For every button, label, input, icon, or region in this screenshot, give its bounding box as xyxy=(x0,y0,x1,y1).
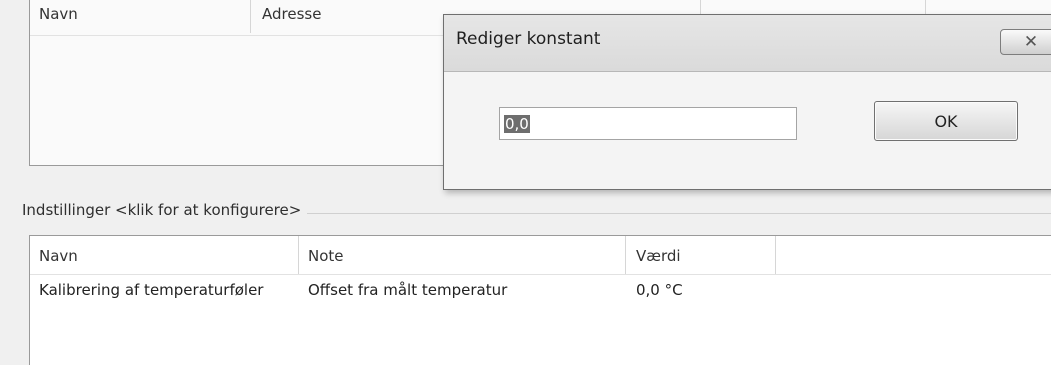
column-separator[interactable] xyxy=(250,0,251,33)
ok-button[interactable]: OK xyxy=(874,101,1018,141)
column-header-navn[interactable]: Navn xyxy=(39,247,78,265)
dialog-titlebar[interactable]: Rediger konstant ✕ xyxy=(444,15,1051,72)
ok-button-label: OK xyxy=(934,111,958,131)
input-value-text: 0,0 xyxy=(504,114,530,133)
close-icon: ✕ xyxy=(1023,32,1039,52)
column-separator[interactable] xyxy=(775,236,776,274)
cell-navn: Kalibrering af temperaturføler xyxy=(39,281,264,299)
cell-vaerdi: 0,0 °C xyxy=(636,281,683,299)
edit-constant-dialog: Rediger konstant ✕ 0,0 OK xyxy=(443,14,1051,190)
close-button[interactable]: ✕ xyxy=(1000,29,1051,55)
settings-group-title[interactable]: Indstillinger <klik for at konfigurere> xyxy=(22,201,308,219)
settings-list-view[interactable]: Navn Note Værdi Kalibrering af temperatu… xyxy=(29,235,1051,365)
cell-note: Offset fra målt temperatur xyxy=(308,281,508,299)
column-separator[interactable] xyxy=(298,236,299,274)
column-header-navn[interactable]: Navn xyxy=(39,5,78,23)
value-input[interactable]: 0,0 xyxy=(499,107,797,140)
column-header-note[interactable]: Note xyxy=(308,247,344,265)
column-header-adresse[interactable]: Adresse xyxy=(262,5,321,23)
header-divider xyxy=(30,274,1051,275)
column-header-vaerdi[interactable]: Værdi xyxy=(636,247,681,265)
column-separator[interactable] xyxy=(625,236,626,274)
dialog-title: Rediger konstant xyxy=(456,29,601,49)
